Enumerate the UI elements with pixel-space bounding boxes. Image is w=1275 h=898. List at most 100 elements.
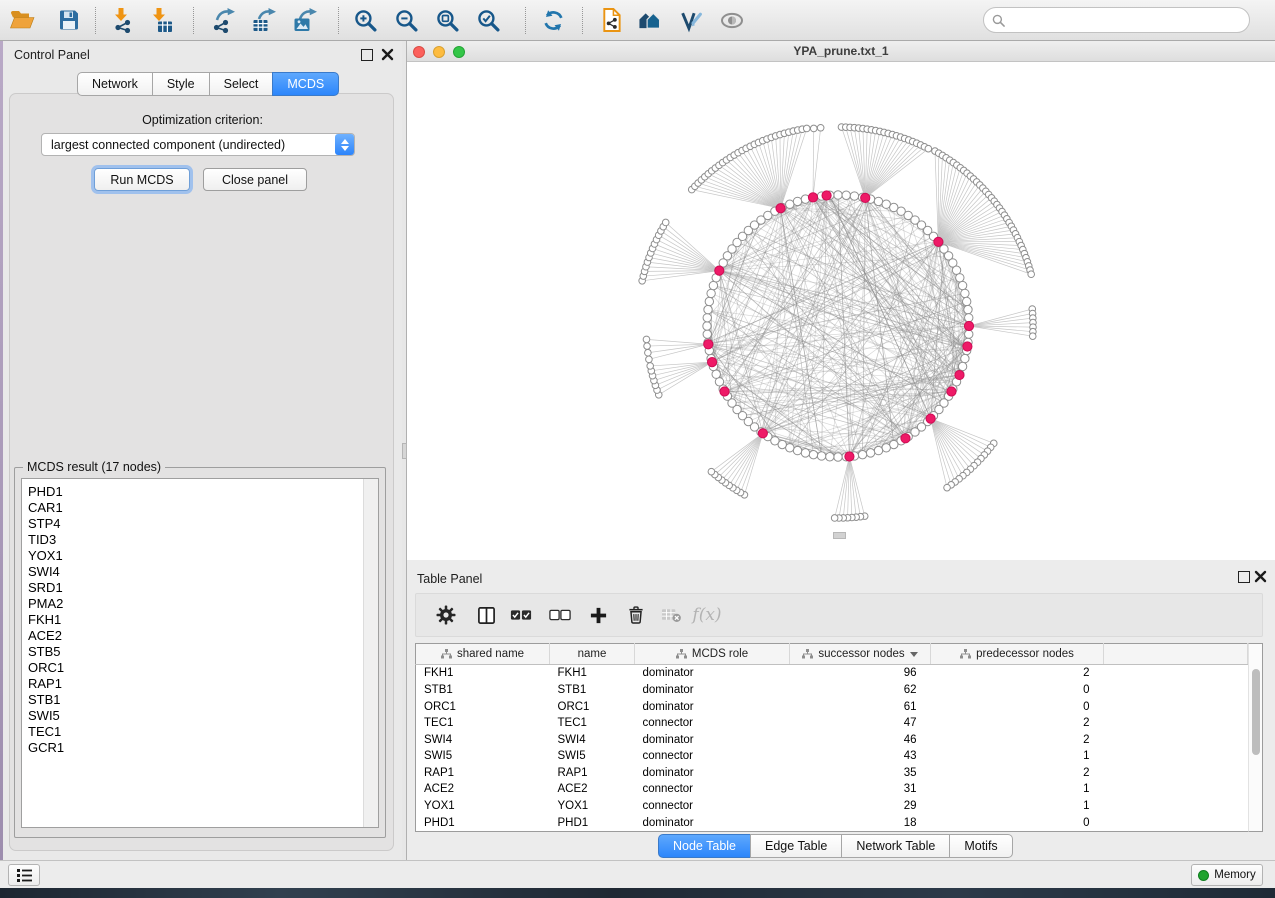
hub-node[interactable] <box>845 452 854 461</box>
column-header-predecessor-nodes[interactable]: predecessor nodes <box>931 644 1104 665</box>
ring-node[interactable] <box>858 450 866 458</box>
zoom-fit-icon[interactable] <box>430 3 464 37</box>
table-row[interactable]: STB1STB1dominator620 <box>416 682 1248 699</box>
table-row[interactable]: ORC1ORC1dominator610 <box>416 698 1248 715</box>
ring-node[interactable] <box>703 330 711 338</box>
save-session-icon[interactable] <box>52 3 86 37</box>
deselect-all-rows-icon[interactable] <box>543 594 577 636</box>
float-panel-icon[interactable] <box>1238 571 1250 583</box>
ring-node[interactable] <box>882 444 890 452</box>
column-visibility-icon[interactable] <box>469 594 503 636</box>
mcds-result-item[interactable]: GCR1 <box>22 740 363 756</box>
mcds-result-item[interactable]: SWI5 <box>22 708 363 724</box>
mcds-result-item[interactable]: PHD1 <box>22 484 363 500</box>
tab-motifs[interactable]: Motifs <box>949 834 1012 858</box>
ring-node[interactable] <box>874 446 882 454</box>
satellite-node[interactable] <box>925 145 932 152</box>
satellite-node[interactable] <box>810 125 817 132</box>
ring-node[interactable] <box>786 200 794 208</box>
hub-node[interactable] <box>704 340 713 349</box>
mcds-result-item[interactable]: CAR1 <box>22 500 363 516</box>
tab-select[interactable]: Select <box>209 72 274 96</box>
export-network-icon[interactable] <box>206 3 240 37</box>
hub-node[interactable] <box>720 387 729 396</box>
search-input[interactable] <box>1010 12 1241 28</box>
ring-node[interactable] <box>709 281 717 289</box>
mcds-result-item[interactable]: TID3 <box>22 532 363 548</box>
satellite-node[interactable] <box>647 363 654 370</box>
mcds-result-item[interactable]: ORC1 <box>22 660 363 676</box>
mcds-result-item[interactable]: RAP1 <box>22 676 363 692</box>
add-column-icon[interactable] <box>581 594 615 636</box>
scrollbar-thumb[interactable] <box>1252 669 1260 755</box>
ring-node[interactable] <box>874 197 882 205</box>
ring-node[interactable] <box>712 370 720 378</box>
share-document-icon[interactable] <box>594 3 628 37</box>
ring-node[interactable] <box>958 362 966 370</box>
horizontal-splitter-handle[interactable] <box>833 532 846 539</box>
table-settings-gear-icon[interactable] <box>429 594 463 636</box>
ring-node[interactable] <box>964 305 972 313</box>
hub-node[interactable] <box>707 358 716 367</box>
satellite-node[interactable] <box>643 336 650 343</box>
table-row[interactable]: ACE2ACE2connector311 <box>416 781 1248 798</box>
float-panel-icon[interactable] <box>361 49 373 61</box>
hub-node[interactable] <box>715 266 724 275</box>
optimization-criterion-select[interactable]: largest connected component (undirected) <box>41 133 355 156</box>
vizmapper-icon[interactable] <box>674 3 708 37</box>
ring-node[interactable] <box>817 452 825 460</box>
ring-node[interactable] <box>826 453 834 461</box>
mcds-result-item[interactable]: ACE2 <box>22 628 363 644</box>
mcds-result-item[interactable]: TEC1 <box>22 724 363 740</box>
table-row[interactable]: SWI4SWI4dominator462 <box>416 731 1248 748</box>
table-row[interactable]: TEC1TEC1connector472 <box>416 715 1248 732</box>
hub-node[interactable] <box>861 193 870 202</box>
hub-node[interactable] <box>963 342 972 351</box>
mcds-result-item[interactable]: STB1 <box>22 692 363 708</box>
hub-node[interactable] <box>776 204 785 213</box>
tab-network[interactable]: Network <box>77 72 153 96</box>
tab-node-table[interactable]: Node Table <box>658 834 751 858</box>
mcds-result-item[interactable]: SWI4 <box>22 564 363 580</box>
satellite-node[interactable] <box>708 468 715 475</box>
ring-node[interactable] <box>961 289 969 297</box>
table-row[interactable]: PHD1PHD1dominator180 <box>416 814 1248 831</box>
ring-node[interactable] <box>834 453 842 461</box>
tab-edge-table[interactable]: Edge Table <box>750 834 842 858</box>
mcds-result-item[interactable]: YOX1 <box>22 548 363 564</box>
mcds-result-item[interactable]: STP4 <box>22 516 363 532</box>
ring-node[interactable] <box>809 450 817 458</box>
satellite-node[interactable] <box>1028 271 1035 278</box>
satellite-node[interactable] <box>662 219 669 226</box>
column-header-successor-nodes[interactable]: successor nodes <box>790 644 931 665</box>
network-canvas[interactable] <box>407 62 1275 560</box>
satellite-node[interactable] <box>644 343 651 350</box>
satellite-node[interactable] <box>646 356 653 363</box>
open-file-icon[interactable] <box>5 3 39 37</box>
close-panel-button[interactable]: Close panel <box>203 168 307 191</box>
table-row[interactable]: SWI5SWI5connector431 <box>416 748 1248 765</box>
table-scrollbar[interactable] <box>1248 643 1263 832</box>
table-row[interactable]: YOX1YOX1connector291 <box>416 798 1248 815</box>
tab-network-table[interactable]: Network Table <box>841 834 950 858</box>
ring-node[interactable] <box>703 322 711 330</box>
import-network-icon[interactable] <box>106 3 140 37</box>
column-header-mcds-role[interactable]: MCDS role <box>635 644 790 665</box>
satellite-node[interactable] <box>944 484 951 491</box>
hub-node[interactable] <box>934 237 943 246</box>
table-row[interactable]: RAP1RAP1dominator352 <box>416 765 1248 782</box>
mcds-result-item[interactable]: PMA2 <box>22 596 363 612</box>
hide-panels-eye-icon[interactable] <box>715 3 749 37</box>
tab-mcds[interactable]: MCDS <box>272 72 339 96</box>
mcds-result-item[interactable]: FKH1 <box>22 612 363 628</box>
column-header-name[interactable]: name <box>550 644 635 665</box>
column-header-shared-name[interactable]: shared name <box>416 644 550 665</box>
table-row[interactable]: FKH1FKH1dominator962 <box>416 665 1248 682</box>
hub-node[interactable] <box>808 193 817 202</box>
select-all-rows-icon[interactable] <box>504 594 538 636</box>
ring-node[interactable] <box>866 449 874 457</box>
ring-node[interactable] <box>962 297 970 305</box>
ring-node[interactable] <box>703 314 711 322</box>
satellite-node[interactable] <box>803 125 810 132</box>
delete-column-trash-icon[interactable] <box>619 594 653 636</box>
